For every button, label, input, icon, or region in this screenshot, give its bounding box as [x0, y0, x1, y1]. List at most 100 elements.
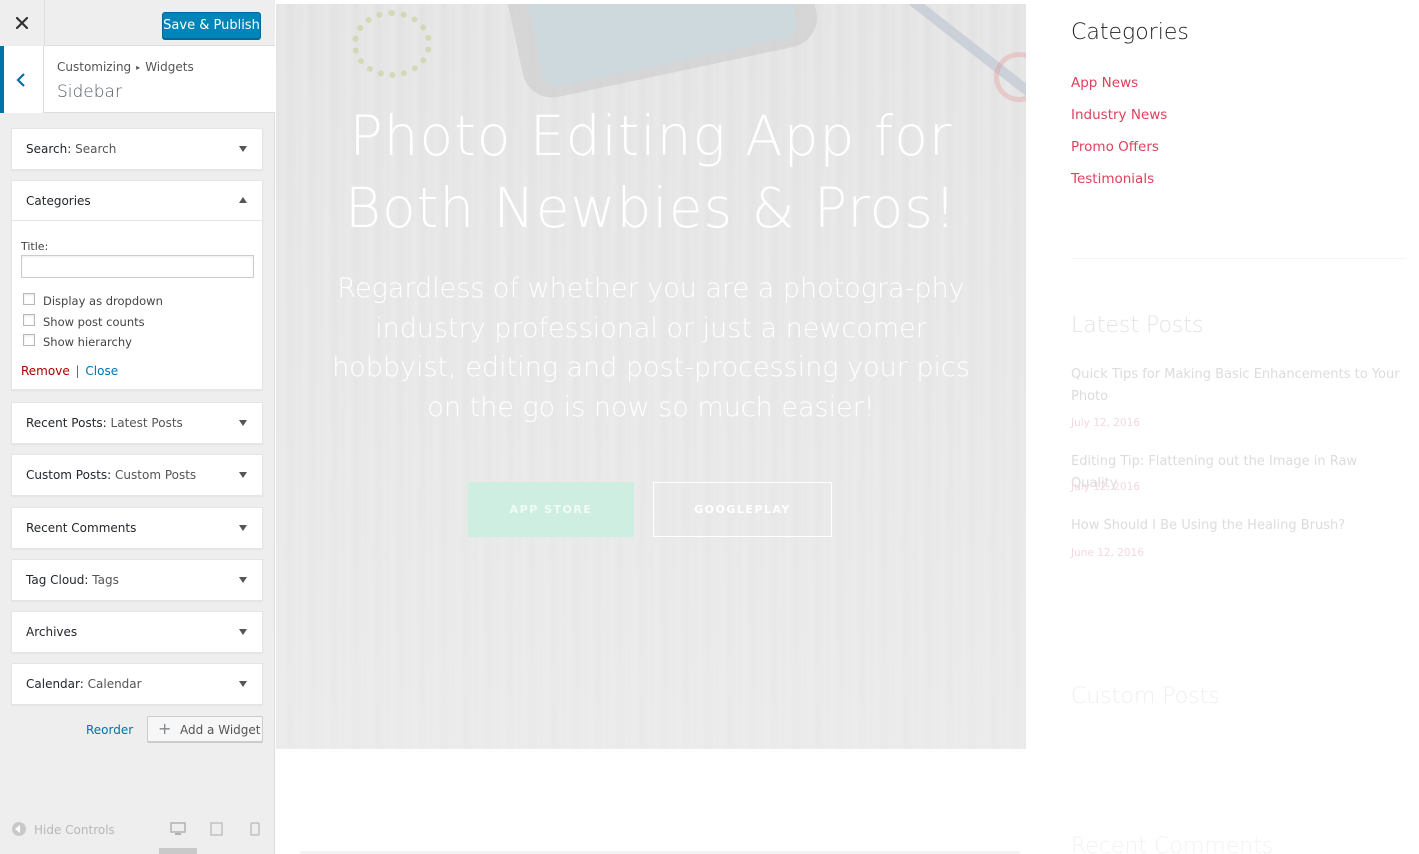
checkbox[interactable] — [23, 314, 35, 326]
mobile-preview-icon[interactable] — [250, 822, 260, 836]
hero-headline: Photo Editing App for Both Newbies & Pro… — [276, 100, 1026, 244]
widget-header[interactable]: Recent Comments — [12, 508, 262, 548]
checkbox-label: Show hierarchy — [43, 335, 132, 349]
expand-arrow-icon[interactable] — [239, 146, 247, 152]
close-link[interactable]: Close — [85, 364, 118, 378]
widget-name: Recent Posts: — [26, 416, 107, 430]
hero-body-text: Regardless of whether you are a photogra… — [332, 273, 970, 423]
rubber-bands-photo — [352, 10, 432, 78]
reorder-link[interactable]: Reorder — [86, 723, 133, 737]
widget-tag-cloud: Tag Cloud: Tags — [11, 559, 263, 601]
widget-name: Calendar: — [26, 677, 84, 691]
plus-icon: + — [158, 719, 172, 738]
widget-name: Archives — [26, 625, 78, 639]
breadcrumb: Customizing ▸ Widgets — [57, 60, 194, 74]
widget-title: Calendar: Calendar — [26, 677, 142, 691]
category-link[interactable]: App News — [1071, 75, 1138, 91]
active-device-indicator — [159, 848, 197, 854]
close-customizer-button[interactable] — [0, 0, 45, 46]
widget-header[interactable]: Archives — [12, 612, 262, 652]
back-button[interactable] — [0, 46, 44, 113]
widget-subtitle: Custom Posts — [115, 468, 197, 482]
widget-header[interactable]: Tag Cloud: Tags — [12, 560, 262, 600]
widget-name: Tag Cloud: — [26, 573, 89, 587]
add-widget-button[interactable]: + Add a Widget — [147, 716, 263, 742]
category-link[interactable]: Testimonials — [1071, 171, 1154, 187]
expand-arrow-icon[interactable] — [239, 629, 247, 635]
close-icon — [16, 17, 28, 29]
headline-line: Photo Editing App for — [349, 104, 953, 168]
widget-title: Search: Search — [26, 142, 116, 156]
category-link[interactable]: Promo Offers — [1071, 139, 1159, 155]
widget-categories: Categories Title: Display as dropdown Sh… — [11, 180, 263, 390]
expand-arrow-icon[interactable] — [239, 420, 247, 426]
breadcrumb-leaf: Widgets — [145, 60, 194, 74]
panel-header: Save & Publish — [0, 0, 275, 46]
widget-name: Recent Comments — [26, 521, 137, 535]
tablet-preview-icon[interactable] — [210, 822, 223, 836]
widget-archives: Archives — [11, 611, 263, 653]
sidebar-custom-posts-title: Custom Posts — [1071, 684, 1220, 709]
checkbox-label: Show post counts — [43, 315, 145, 329]
checkbox-label: Display as dropdown — [43, 294, 163, 308]
googleplay-button[interactable]: GOOGLEPLAY — [653, 482, 832, 537]
post-link[interactable]: How Should I Be Using the Healing Brush? — [1071, 515, 1401, 537]
post-date: June 12, 2016 — [1071, 547, 1144, 559]
post-date: July 12, 2016 — [1071, 481, 1140, 493]
title-field-label: Title: — [21, 240, 49, 253]
widget-title: Categories — [26, 194, 91, 208]
widget-custom-posts: Custom Posts: Custom Posts — [11, 454, 263, 496]
widget-subtitle: Latest Posts — [110, 416, 183, 430]
panel-footer: Hide Controls — [0, 808, 275, 854]
widget-calendar: Calendar: Calendar — [11, 663, 263, 705]
sidebar-divider — [1071, 258, 1406, 259]
breadcrumb-separator: ▸ — [136, 63, 141, 72]
sidebar-latest-posts-title: Latest Posts — [1071, 313, 1204, 338]
desktop-preview-icon[interactable] — [170, 822, 186, 836]
widget-name: Search: — [26, 142, 72, 156]
add-widget-label: Add a Widget — [180, 723, 261, 737]
widget-header[interactable]: Search: Search — [12, 129, 262, 169]
save-publish-button[interactable]: Save & Publish — [162, 12, 261, 39]
widget-header[interactable]: Recent Posts: Latest Posts — [12, 403, 262, 443]
expand-arrow-icon[interactable] — [239, 472, 247, 478]
category-link[interactable]: Industry News — [1071, 107, 1167, 123]
expand-arrow-icon[interactable] — [239, 525, 247, 531]
actions-separator: | — [75, 364, 80, 378]
app-store-button[interactable]: APP STORE — [468, 482, 634, 537]
post-date: July 12, 2016 — [1071, 417, 1140, 429]
widget-title: Recent Comments — [26, 521, 136, 535]
widget-recent-comments: Recent Comments — [11, 507, 263, 549]
widget-subtitle: Tags — [92, 573, 119, 587]
collapse-arrow-icon[interactable] — [239, 197, 247, 203]
expand-arrow-icon[interactable] — [239, 577, 247, 583]
widget-title: Archives — [26, 625, 77, 639]
headline-line: Both Newbies & Pros! — [344, 176, 958, 240]
widget-subtitle: Calendar — [87, 677, 142, 691]
post-link[interactable]: Quick Tips for Making Basic Enhancements… — [1071, 364, 1401, 408]
section-title: Sidebar — [57, 82, 122, 102]
collapse-icon — [12, 822, 26, 836]
widget-search: Search: Search — [11, 128, 263, 170]
widget-actions: Remove | Close — [21, 364, 118, 378]
breadcrumb-root: Customizing — [57, 60, 132, 74]
hide-controls-button[interactable]: Hide Controls — [12, 822, 115, 837]
widget-recent-posts: Recent Posts: Latest Posts — [11, 402, 263, 444]
title-input[interactable] — [21, 255, 254, 278]
widget-header[interactable]: Calendar: Calendar — [12, 664, 262, 704]
widget-subtitle: Search — [75, 142, 117, 156]
widget-name: Custom Posts: — [26, 468, 112, 482]
hero-section: Photo Editing App for Both Newbies & Pro… — [276, 4, 1026, 749]
remove-link[interactable]: Remove — [21, 364, 70, 378]
expand-arrow-icon[interactable] — [239, 681, 247, 687]
sidebar-recent-comments-title: Recent Comments — [1071, 834, 1274, 854]
widget-header[interactable]: Categories — [12, 181, 262, 221]
customizer-panel: Save & Publish Customizing ▸ Widgets Sideb… — [0, 0, 275, 854]
chevron-left-icon — [16, 73, 25, 87]
sidebar-categories-title: Categories — [1071, 20, 1189, 45]
widget-header[interactable]: Custom Posts: Custom Posts — [12, 455, 262, 495]
ring-photo — [994, 52, 1026, 102]
checkbox[interactable] — [23, 334, 35, 346]
checkbox[interactable] — [23, 293, 35, 305]
widget-title: Custom Posts: Custom Posts — [26, 468, 196, 482]
